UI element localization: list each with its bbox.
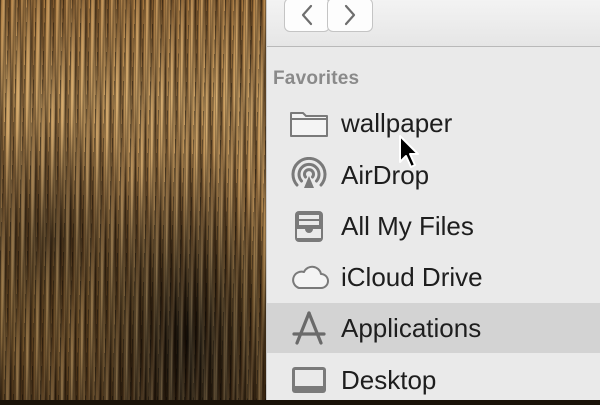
sidebar-item-label: Desktop <box>341 364 437 395</box>
forward-button[interactable] <box>327 0 373 32</box>
all-my-files-icon <box>289 208 329 244</box>
sidebar-item-all-my-files[interactable]: All My Files <box>267 201 600 251</box>
cloud-icon <box>289 259 329 295</box>
finder-window: Favorites wallpaper AirDrop All My Files… <box>266 0 600 400</box>
chevron-right-icon <box>344 4 356 26</box>
airdrop-icon <box>289 157 329 193</box>
sidebar-item-label: wallpaper <box>341 107 453 138</box>
sidebar-item-label: iCloud Drive <box>341 261 483 292</box>
sidebar-item-desktop[interactable]: Desktop <box>267 355 600 405</box>
desktop-wallpaper <box>0 0 266 400</box>
sidebar-item-applications[interactable]: Applications <box>267 303 600 353</box>
favorites-section-title: Favorites <box>273 68 360 89</box>
finder-toolbar <box>267 0 600 47</box>
folder-icon <box>289 105 329 141</box>
sidebar-item-wallpaper[interactable]: wallpaper <box>267 98 600 148</box>
applications-icon <box>289 310 329 346</box>
chevron-left-icon <box>301 4 313 26</box>
back-button[interactable] <box>284 0 330 32</box>
desktop-icon <box>289 362 329 398</box>
sidebar-item-airdrop[interactable]: AirDrop <box>267 150 600 200</box>
sidebar-item-icloud-drive[interactable]: iCloud Drive <box>267 252 600 302</box>
sidebar-item-label: Applications <box>341 312 482 343</box>
mouse-pointer-icon <box>399 135 419 168</box>
sidebar-item-label: All My Files <box>341 210 474 241</box>
